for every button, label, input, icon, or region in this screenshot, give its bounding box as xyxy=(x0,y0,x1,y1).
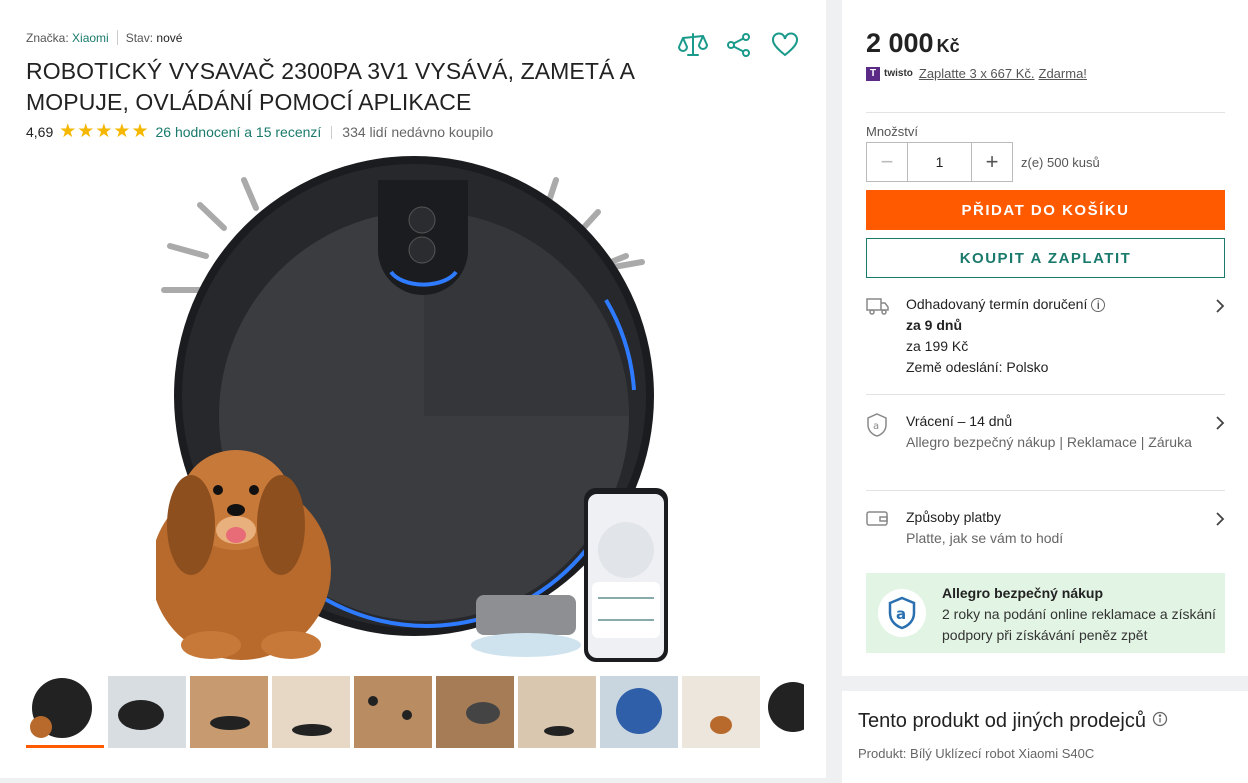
star-icon: ★ xyxy=(77,121,95,142)
safe-purchase-box: a Allegro bezpečný nákup 2 roky na podán… xyxy=(866,573,1225,653)
thumbnail[interactable] xyxy=(600,676,678,748)
info-icon[interactable]: i xyxy=(1091,298,1106,312)
purchase-panel: 2 000 Kč T twisto Zaplatte 3 x 667 Kč. Zd… xyxy=(842,0,1248,676)
buy-now-button[interactable]: KOUPIT A ZAPLATIT xyxy=(866,238,1225,278)
twisto-brand: twisto xyxy=(884,68,913,79)
thumbnail[interactable] xyxy=(190,676,268,748)
safe-purchase-title: Allegro bezpečný nákup xyxy=(942,585,1104,601)
add-to-cart-button[interactable]: PŘIDAT DO KOŠÍKU xyxy=(866,190,1225,230)
recent-buyers: 334 lidí nedávno koupilo xyxy=(342,124,494,140)
share-icon[interactable] xyxy=(724,30,754,60)
thumbnail[interactable] xyxy=(354,676,432,748)
twisto-free-link[interactable]: Zdarma! xyxy=(1039,66,1087,81)
price-value: 2 000 xyxy=(866,28,934,58)
rating-divider xyxy=(331,125,333,139)
star-icon: ★ xyxy=(131,121,149,142)
product-title: ROBOTICKÝ VYSAVAČ 2300PA 3V1 VYSÁVÁ, ZAM… xyxy=(26,58,634,115)
twisto-installments: T twisto Zaplatte 3 x 667 Kč. Zdarma! xyxy=(866,66,1091,81)
brand-label: Značka: xyxy=(26,30,69,45)
divider xyxy=(866,112,1225,113)
star-icon: ★ xyxy=(95,121,113,142)
divider xyxy=(866,394,1225,395)
thumbnail[interactable] xyxy=(26,676,104,748)
state-label: Stav: xyxy=(125,30,154,45)
delivery-row[interactable]: Odhadovaný termín doručení i za 9 dnů za… xyxy=(866,294,1225,378)
returns-sub: Allegro bezpečný nákup | Reklamace | Zár… xyxy=(906,434,1192,450)
quantity-decrease-button[interactable]: − xyxy=(866,142,908,182)
delivery-price: za 199 Kč xyxy=(906,338,969,354)
thumbnail-strip xyxy=(26,676,804,748)
chevron-right-icon xyxy=(1205,411,1225,453)
shield-a-icon: a xyxy=(866,411,906,453)
thumbnail[interactable] xyxy=(108,676,186,748)
brand-link[interactable]: Xiaomi xyxy=(72,31,109,45)
thumbnail[interactable] xyxy=(436,676,514,748)
thumbnail[interactable] xyxy=(682,676,760,748)
delivery-label: Odhadovaný termín doručení i xyxy=(906,294,1205,315)
other-sellers-product: Produkt: Bílý Uklízecí robot Xiaomi S40C xyxy=(858,746,1095,761)
info-icon[interactable] xyxy=(1152,710,1168,733)
twisto-logo-icon: T xyxy=(866,66,880,81)
heart-icon[interactable] xyxy=(770,30,800,60)
quantity-input[interactable]: 1 xyxy=(908,142,971,182)
other-sellers-title: Tento produkt od jiných prodejců xyxy=(858,710,1168,733)
payment-label: Způsoby platby xyxy=(906,509,1001,525)
quantity-increase-button[interactable]: + xyxy=(971,142,1013,182)
rating-stars: ★ ★ ★ ★ ★ xyxy=(59,121,149,142)
thumbnail[interactable] xyxy=(764,676,804,748)
star-icon: ★ xyxy=(59,121,77,142)
product-actions xyxy=(678,30,800,60)
rating-value: 4,69 xyxy=(26,124,54,140)
product-card: Značka: Xiaomi Stav: nové ROBOTICKÝ VYSA… xyxy=(0,0,826,778)
twisto-installment-link[interactable]: Zaplatte 3 x 667 Kč. xyxy=(919,66,1035,81)
rating-row: 4,69 ★ ★ ★ ★ ★ 26 hodnocení a 15 recenzí… xyxy=(26,121,494,142)
truck-icon xyxy=(866,294,906,378)
payment-sub: Platte, jak se vám to hodí xyxy=(906,530,1064,546)
thumbnail[interactable] xyxy=(518,676,596,748)
svg-text:a: a xyxy=(873,421,879,432)
product-meta: Značka: Xiaomi Stav: nové xyxy=(26,30,182,45)
availability: z(e) 500 kusů xyxy=(1021,154,1100,170)
star-icon: ★ xyxy=(113,121,131,142)
returns-label: Vrácení – 14 dnů xyxy=(906,413,1013,429)
returns-row[interactable]: a Vrácení – 14 dnů Allegro bezpečný náku… xyxy=(866,411,1225,453)
quantity-stepper: − 1 + z(e) 500 kusů xyxy=(866,142,1100,182)
thumbnail[interactable] xyxy=(272,676,350,748)
delivery-origin: Země odeslání: Polsko xyxy=(906,359,1049,375)
state-value: nové xyxy=(156,30,183,45)
chevron-right-icon xyxy=(1205,294,1225,378)
payment-row[interactable]: Způsoby platby Platte, jak se vám to hod… xyxy=(866,507,1225,549)
chevron-right-icon xyxy=(1205,507,1225,549)
allegro-shield-icon: a xyxy=(878,589,926,637)
reviews-link[interactable]: 26 hodnocení a 15 recenzí xyxy=(155,124,321,140)
main-product-image[interactable] xyxy=(151,150,671,665)
price-currency: Kč xyxy=(936,36,960,56)
other-sellers-card: Tento produkt od jiných prodejců Produkt… xyxy=(842,691,1248,783)
quantity-label: Množství xyxy=(866,124,919,139)
meta-divider xyxy=(116,30,118,45)
delivery-eta: za 9 dnů xyxy=(906,317,963,333)
svg-text:a: a xyxy=(896,605,906,623)
price: 2 000 Kč xyxy=(866,28,960,59)
wallet-icon xyxy=(866,507,906,549)
safe-purchase-text: 2 roky na podání online reklamace a získ… xyxy=(942,606,1216,643)
divider xyxy=(866,490,1225,491)
